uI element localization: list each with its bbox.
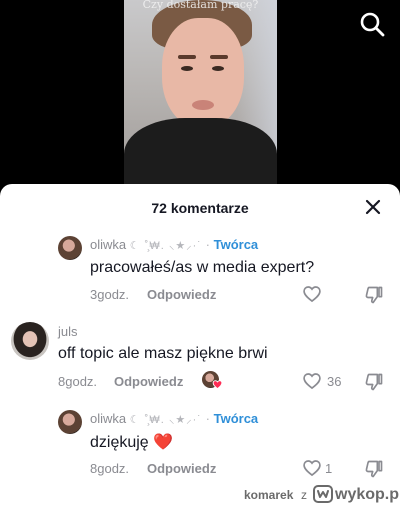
comment-username[interactable]: oliwka — [90, 411, 126, 426]
comment-text: pracowałeś/as w media expert? — [90, 259, 315, 276]
like-button[interactable] — [302, 284, 322, 304]
close-icon — [365, 199, 381, 215]
avatar[interactable] — [11, 322, 49, 360]
creator-liked-avatar — [202, 371, 223, 391]
reply-button[interactable]: Odpowiedz — [114, 374, 183, 389]
watermark-z: z — [301, 488, 307, 502]
thumbs-down-icon — [365, 373, 383, 391]
like-count: 36 — [327, 374, 342, 389]
close-button[interactable] — [362, 196, 384, 218]
comment-username[interactable]: oliwka — [90, 237, 126, 252]
dislike-button[interactable] — [364, 372, 384, 392]
comment-username[interactable]: juls — [58, 324, 78, 339]
watermark-user: komarek — [244, 488, 294, 502]
comment-time: 3godz. — [90, 287, 130, 302]
username-decoration: ☾ ˚̧₩. ⸜★⸝·˙ — [129, 414, 203, 426]
avatar[interactable] — [58, 410, 82, 434]
reply-button[interactable]: Odpowiedz — [147, 287, 216, 302]
video-caption: Czy dostałam pracę? — [142, 0, 259, 11]
thumbs-down-icon — [365, 460, 383, 478]
person-face — [162, 18, 244, 128]
reply-button[interactable]: Odpowiedz — [147, 461, 216, 476]
wykop-logo-icon — [313, 485, 333, 503]
comment-time: 8godz. — [90, 461, 130, 476]
watermark-brand: wykop.pl — [335, 486, 400, 503]
comments-count-title: 72 komentarze — [151, 200, 249, 216]
dislike-button[interactable] — [364, 459, 384, 479]
heart-badge-icon — [212, 380, 223, 390]
like-button[interactable] — [302, 458, 322, 478]
heart-outline-icon — [303, 460, 321, 477]
video-player[interactable]: Czy dostałam pracę? — [0, 0, 400, 200]
avatar[interactable] — [58, 236, 82, 260]
search-button[interactable] — [358, 10, 386, 38]
thumbs-down-icon — [365, 286, 383, 304]
username-decoration: ☾ ˚̧₩. ⸜★⸝·˙ — [129, 240, 203, 252]
separator: · — [205, 237, 210, 252]
comment-text: dziękuję — [90, 434, 149, 451]
comment-time: 8godz. — [58, 374, 98, 389]
heart-outline-icon — [303, 373, 321, 390]
like-button[interactable] — [302, 371, 322, 391]
creator-badge: Twórca — [213, 237, 259, 252]
like-count: 1 — [325, 461, 333, 476]
video-frame: Czy dostałam pracę? — [124, 0, 277, 200]
heart-outline-icon — [303, 286, 321, 303]
dislike-button[interactable] — [364, 285, 384, 305]
creator-badge: Twórca — [213, 411, 259, 426]
separator: · — [205, 411, 210, 426]
comment-text: off topic ale masz piękne brwi — [58, 345, 268, 362]
search-icon — [360, 12, 385, 37]
heart-emoji: ❤️ — [153, 434, 174, 451]
